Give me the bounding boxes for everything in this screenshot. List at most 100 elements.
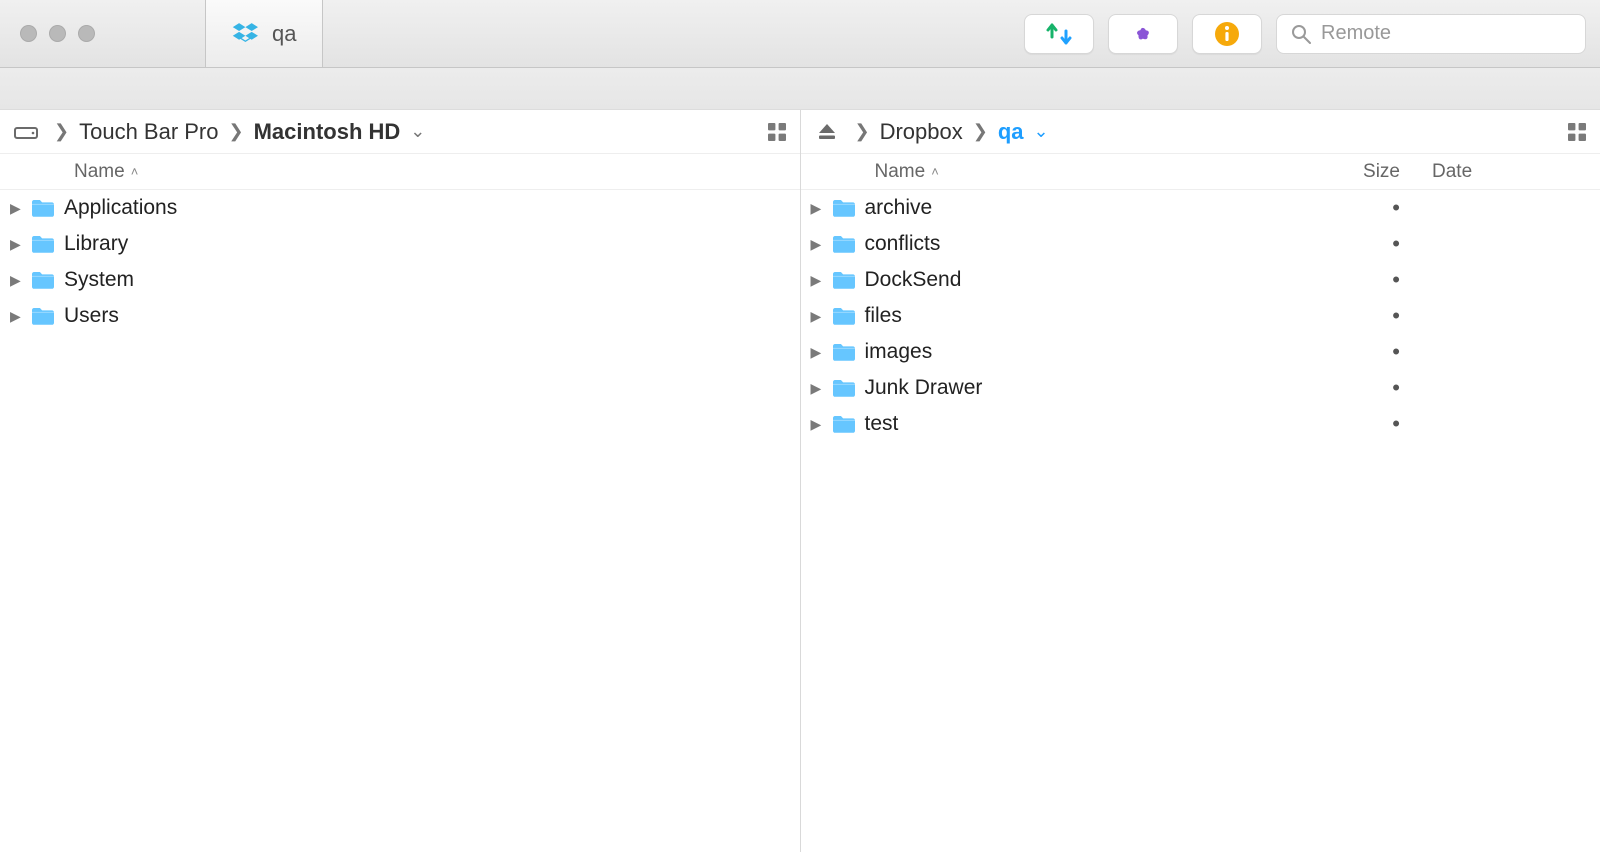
column-size[interactable]: Size	[1310, 161, 1420, 183]
search-input[interactable]	[1321, 22, 1586, 45]
file-name: test	[859, 412, 1311, 436]
file-size: •	[1310, 339, 1420, 365]
view-mode-button[interactable]	[1568, 123, 1586, 141]
folder-icon	[28, 233, 58, 255]
right-file-list: ▶archive•▶conflicts•▶DockSend•▶files•▶im…	[801, 190, 1600, 852]
file-size: •	[1310, 411, 1420, 437]
minimize-window-button[interactable]	[49, 25, 66, 42]
file-row[interactable]: ▶ images•	[801, 334, 1600, 370]
left-path-bar: ❯ Touch Bar Pro ❯ Macintosh HD ⌄	[0, 110, 800, 154]
search-icon	[1291, 24, 1311, 44]
disk-icon	[14, 122, 38, 142]
column-name[interactable]: Name ˄	[801, 161, 1311, 183]
left-column-header: Name ˄	[0, 154, 800, 190]
breadcrumb-macintosh-hd[interactable]: Macintosh HD	[254, 119, 401, 145]
column-size-label: Size	[1363, 161, 1400, 182]
file-name: images	[859, 340, 1311, 364]
folder-icon	[829, 233, 859, 255]
chevron-right-icon: ❯	[44, 121, 79, 142]
folder-icon	[829, 197, 859, 219]
column-name[interactable]: Name ˄	[0, 161, 800, 183]
chevron-right-icon: ❯	[219, 121, 254, 142]
file-row[interactable]: ▶ Library	[0, 226, 800, 262]
folder-icon	[28, 269, 58, 291]
tab-qa[interactable]: qa	[205, 0, 323, 67]
disclosure-triangle-icon[interactable]: ▶	[10, 236, 28, 253]
file-size: •	[1310, 195, 1420, 221]
view-mode-button[interactable]	[768, 123, 786, 141]
info-button[interactable]	[1192, 14, 1262, 54]
file-name: Junk Drawer	[859, 376, 1311, 400]
folder-icon	[829, 341, 859, 363]
file-name: archive	[859, 196, 1311, 220]
file-row[interactable]: ▶ test•	[801, 406, 1600, 442]
file-name: files	[859, 304, 1311, 328]
right-pane: ❯ Dropbox ❯ qa ⌄ Name ˄ Size Date ▶ archi…	[801, 110, 1600, 852]
disclosure-triangle-icon[interactable]: ▶	[811, 416, 829, 433]
sync-button[interactable]	[1024, 14, 1094, 54]
file-row[interactable]: ▶ files•	[801, 298, 1600, 334]
column-date-label: Date	[1432, 161, 1472, 182]
file-row[interactable]: ▶ archive•	[801, 190, 1600, 226]
column-name-label: Name	[74, 161, 125, 183]
file-size: •	[1310, 267, 1420, 293]
eject-icon[interactable]	[815, 122, 839, 142]
title-bar: qa	[0, 0, 1600, 68]
right-path-bar: ❯ Dropbox ❯ qa ⌄	[801, 110, 1600, 154]
file-row[interactable]: ▶ System	[0, 262, 800, 298]
dropbox-icon	[232, 20, 260, 48]
disclosure-triangle-icon[interactable]: ▶	[10, 200, 28, 217]
sub-toolbar	[0, 68, 1600, 110]
disclosure-triangle-icon[interactable]: ▶	[811, 380, 829, 397]
file-name: System	[58, 268, 800, 292]
disclosure-triangle-icon[interactable]: ▶	[811, 272, 829, 289]
file-name: Applications	[58, 196, 800, 220]
file-name: conflicts	[859, 232, 1311, 256]
file-size: •	[1310, 375, 1420, 401]
right-column-header: Name ˄ Size Date	[801, 154, 1600, 190]
chevron-right-icon: ❯	[845, 121, 880, 142]
folder-icon	[829, 305, 859, 327]
window-controls	[0, 25, 95, 42]
activity-button[interactable]	[1108, 14, 1178, 54]
file-name: Users	[58, 304, 800, 328]
search-remote[interactable]	[1276, 14, 1586, 54]
breadcrumb-touch-bar-pro[interactable]: Touch Bar Pro	[79, 119, 218, 145]
sort-ascending-icon: ˄	[131, 164, 139, 179]
left-file-list: ▶ Applications ▶ Library ▶ System ▶ Users	[0, 190, 800, 852]
chevron-right-icon: ❯	[963, 121, 998, 142]
disclosure-triangle-icon[interactable]: ▶	[811, 236, 829, 253]
toolbar	[1024, 14, 1586, 54]
chevron-down-icon[interactable]: ⌄	[400, 121, 435, 142]
tab-title: qa	[272, 21, 296, 47]
folder-icon	[28, 305, 58, 327]
disclosure-triangle-icon[interactable]: ▶	[10, 308, 28, 325]
folder-icon	[829, 413, 859, 435]
file-row[interactable]: ▶ Users	[0, 298, 800, 334]
zoom-window-button[interactable]	[78, 25, 95, 42]
breadcrumb-qa[interactable]: qa	[998, 119, 1024, 145]
file-row[interactable]: ▶ DockSend•	[801, 262, 1600, 298]
file-name: DockSend	[859, 268, 1311, 292]
file-row[interactable]: ▶ Junk Drawer•	[801, 370, 1600, 406]
file-row[interactable]: ▶ Applications	[0, 190, 800, 226]
left-pane: ❯ Touch Bar Pro ❯ Macintosh HD ⌄ Name ˄ …	[0, 110, 801, 852]
column-name-label: Name	[875, 161, 926, 183]
panes: ❯ Touch Bar Pro ❯ Macintosh HD ⌄ Name ˄ …	[0, 110, 1600, 852]
disclosure-triangle-icon[interactable]: ▶	[811, 308, 829, 325]
folder-icon	[829, 377, 859, 399]
folder-icon	[28, 197, 58, 219]
disclosure-triangle-icon[interactable]: ▶	[10, 272, 28, 289]
chevron-down-icon[interactable]: ⌄	[1024, 121, 1059, 142]
file-size: •	[1310, 303, 1420, 329]
file-name: Library	[58, 232, 800, 256]
folder-icon	[829, 269, 859, 291]
column-date[interactable]: Date	[1420, 161, 1600, 183]
disclosure-triangle-icon[interactable]: ▶	[811, 344, 829, 361]
file-row[interactable]: ▶ conflicts•	[801, 226, 1600, 262]
sort-ascending-icon: ˄	[931, 164, 939, 179]
disclosure-triangle-icon[interactable]: ▶	[811, 200, 829, 217]
breadcrumb-dropbox[interactable]: Dropbox	[880, 119, 963, 145]
close-window-button[interactable]	[20, 25, 37, 42]
file-size: •	[1310, 231, 1420, 257]
